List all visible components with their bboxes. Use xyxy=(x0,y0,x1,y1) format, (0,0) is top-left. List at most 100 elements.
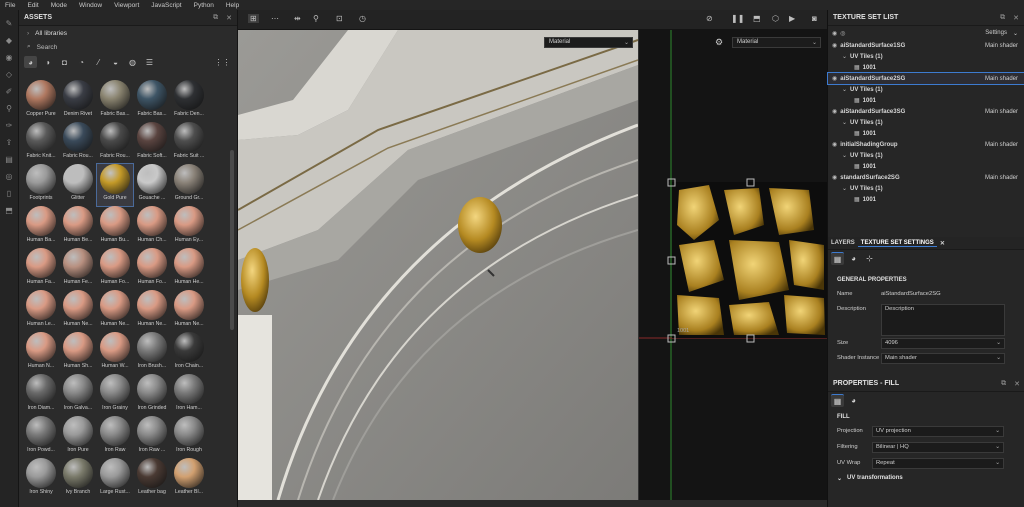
material-tile[interactable]: Iron Ham... xyxy=(171,374,207,416)
brushes-filter-icon[interactable]: ⁄ xyxy=(92,56,105,68)
particles-filter-icon[interactable]: ◒ xyxy=(109,56,122,68)
geometry-mask-icon[interactable]: ◇ xyxy=(5,71,14,79)
menu-item-python[interactable]: Python xyxy=(194,2,214,9)
shelf-icon[interactable]: ▤ xyxy=(5,156,14,164)
close-icon[interactable]: ✕ xyxy=(937,240,948,247)
menu-item-javascript[interactable]: JavaScript xyxy=(151,2,181,9)
symmetry-icon[interactable]: ⇹ xyxy=(294,14,301,23)
color-picker-icon[interactable]: ✑ xyxy=(5,122,14,130)
material-tile[interactable]: Glitter xyxy=(60,164,96,206)
projection-mode-icon[interactable]: ⬡ xyxy=(772,14,779,23)
pause-icon[interactable]: ❚❚ xyxy=(731,14,744,23)
fill-settings-icon[interactable]: ▦ xyxy=(831,394,844,407)
material-tile[interactable]: Ivy Branch xyxy=(60,458,96,500)
uv-tile-row[interactable]: ▦ 1001 xyxy=(828,95,1024,106)
material-tile[interactable]: Fabric Bas... xyxy=(134,80,170,122)
filters-filter-icon[interactable]: ◔ xyxy=(75,56,88,68)
material-tile[interactable]: Gold Pure xyxy=(96,163,134,207)
materials-filter-icon[interactable]: ◕ xyxy=(24,56,37,68)
camera-frame-icon[interactable]: ⊡ xyxy=(336,14,343,23)
material-tile[interactable]: Leather bag xyxy=(134,458,170,500)
uv-tile-row[interactable]: ▦ 1001 xyxy=(828,128,1024,139)
uv-tiles-row[interactable]: ⌄ UV Tiles (1) xyxy=(828,183,1024,194)
material-tile[interactable]: Copper Pure xyxy=(23,80,59,122)
material-tile[interactable]: Fabric Suit ... xyxy=(171,122,207,164)
eye-icon[interactable]: ◉ xyxy=(832,75,837,82)
menu-item-help[interactable]: Help xyxy=(226,2,239,9)
description-field[interactable]: Description xyxy=(881,304,1005,336)
close-icon[interactable]: ✕ xyxy=(1014,380,1020,388)
material-tile[interactable]: Human Ne... xyxy=(97,290,133,332)
material-tile[interactable]: Iron Powd... xyxy=(23,416,59,458)
grid-snap-icon[interactable]: ⊞ xyxy=(248,14,259,23)
tab-layers[interactable]: LAYERS xyxy=(828,240,858,246)
eye-icon[interactable]: ◉ xyxy=(832,42,837,49)
eye-icon[interactable]: ◎ xyxy=(840,30,845,37)
textures-filter-icon[interactable]: ◍ xyxy=(126,56,139,68)
uv-display-settings-icon[interactable]: ⚙ xyxy=(715,37,723,48)
uv-tiles-row[interactable]: ⌄ UV Tiles (1) xyxy=(828,150,1024,161)
menu-item-mode[interactable]: Mode xyxy=(51,2,67,9)
material-tile[interactable]: Human He... xyxy=(171,248,207,290)
material-tile[interactable]: Footprints xyxy=(23,164,59,206)
projection-icon[interactable]: ◉ xyxy=(5,54,14,62)
fill-material-icon[interactable]: ◕ xyxy=(847,394,860,407)
uv-tile-row[interactable]: ▦ 1001 xyxy=(828,194,1024,205)
smart-materials-filter-icon[interactable]: ◑ xyxy=(41,56,54,68)
texture-set-row[interactable]: ◉ initialShadingGroup Main shader xyxy=(828,139,1024,150)
eye-icon[interactable]: ◉ xyxy=(832,141,837,148)
texture-set-row[interactable]: ◉ aiStandardSurface3SG Main shader xyxy=(828,106,1024,117)
tab-texture-set-settings[interactable]: TEXTURE SET SETTINGS xyxy=(857,240,937,247)
uv-tile-row[interactable]: ▦ 1001 xyxy=(828,161,1024,172)
material-tile[interactable]: Human Ne... xyxy=(60,290,96,332)
assets-icon[interactable]: ⇪ xyxy=(5,139,14,147)
size-dropdown[interactable]: 4096 ⌄ xyxy=(881,338,1005,349)
material-tile[interactable]: Iron Grinded xyxy=(134,374,170,416)
material-tile[interactable]: Human Ne... xyxy=(134,290,170,332)
material-tile[interactable]: Fabric Bas... xyxy=(97,80,133,122)
search-row[interactable]: ⌕ Search xyxy=(19,40,237,54)
paint-brush-icon[interactable]: ✎ xyxy=(5,20,14,28)
filtering-dropdown[interactable]: Bilinear | HQ ⌄ xyxy=(872,442,1004,453)
material-tile[interactable]: Human Bu... xyxy=(97,206,133,248)
material-tile[interactable]: Iron Raw ... xyxy=(134,416,170,458)
material-icon[interactable]: ◕ xyxy=(847,252,860,265)
screenshot-icon[interactable]: ◙ xyxy=(812,14,817,23)
projection-dropdown[interactable]: UV projection ⌄ xyxy=(872,426,1004,437)
view-mode-icon[interactable]: ⬒ xyxy=(753,14,761,23)
material-tile[interactable]: Ground Gr... xyxy=(171,164,207,206)
visibility-off-icon[interactable]: ⊘ xyxy=(706,14,713,23)
libraries-row[interactable]: › All libraries xyxy=(19,26,237,40)
smudge-icon[interactable]: ✐ xyxy=(5,88,14,96)
file-icon[interactable]: ▯ xyxy=(5,190,14,198)
uv-transformations-toggle[interactable]: ⌄ UV transformations xyxy=(828,472,1024,484)
material-tile[interactable]: Human Be... xyxy=(60,206,96,248)
material-tile[interactable]: Human Le... xyxy=(23,290,59,332)
material-tile[interactable]: Leather Bl... xyxy=(171,458,207,500)
material-tile[interactable]: Human Sh... xyxy=(60,332,96,374)
menu-item-window[interactable]: Window xyxy=(79,2,102,9)
camera-icon[interactable]: ▶ xyxy=(789,14,795,23)
environments-filter-icon[interactable]: ☰ xyxy=(143,56,156,68)
material-tile[interactable]: Iron Shiny xyxy=(23,458,59,500)
undock-icon[interactable]: ⧉ xyxy=(213,14,218,22)
material-tile[interactable]: Human Fo... xyxy=(97,248,133,290)
shader-instance-dropdown[interactable]: Main shader ⌄ xyxy=(881,353,1005,364)
undock-icon[interactable]: ⧉ xyxy=(1001,380,1006,388)
2d-uv-viewport[interactable]: 1001 ⚙ Material ⌄ xyxy=(638,30,827,500)
3d-viewport[interactable]: Material ⌄ xyxy=(238,30,638,500)
uv-tile-row[interactable]: ▦ 1001 xyxy=(828,62,1024,73)
material-tile[interactable]: Large Rust... xyxy=(97,458,133,500)
material-tile[interactable]: Fabric Den... xyxy=(171,80,207,122)
material-tile[interactable]: Human Ne... xyxy=(171,290,207,332)
smart-masks-filter-icon[interactable]: ◘ xyxy=(58,56,71,68)
texture-set-row[interactable]: ◉ aiStandardSurface2SG Main shader xyxy=(827,72,1024,85)
grid-view-icon[interactable]: ⋮⋮ xyxy=(215,56,231,68)
assets-scrollbar[interactable] xyxy=(230,150,234,330)
material-tile[interactable]: Iron Rough xyxy=(171,416,207,458)
material-tile[interactable]: Fabric Rou... xyxy=(97,122,133,164)
eye-icon[interactable]: ◉ xyxy=(832,174,837,181)
material-tile[interactable]: Denim Rivet xyxy=(60,80,96,122)
uv-tiles-row[interactable]: ⌄ UV Tiles (1) xyxy=(828,51,1024,62)
uv-tiles-row[interactable]: ⌄ UV Tiles (1) xyxy=(828,84,1024,95)
